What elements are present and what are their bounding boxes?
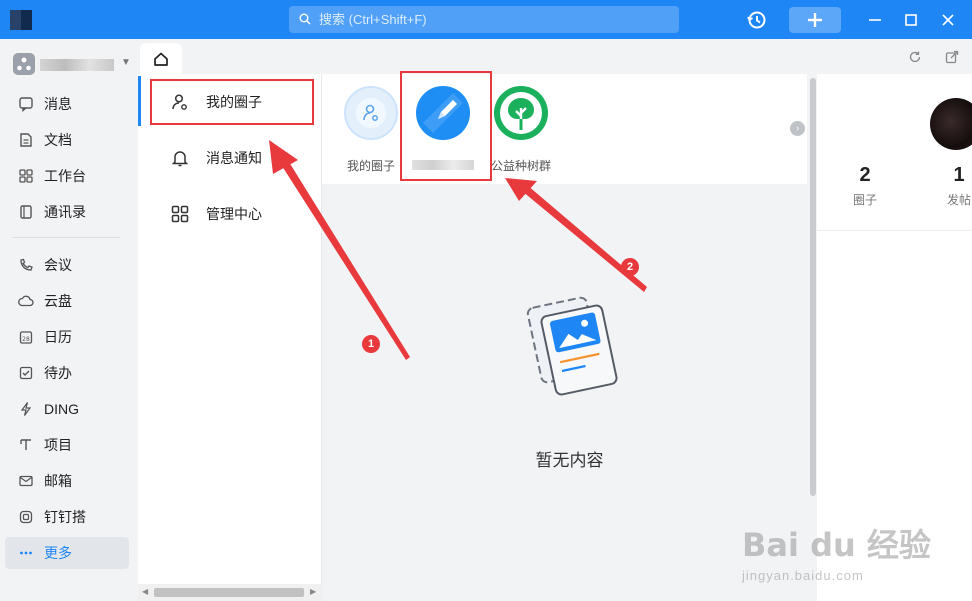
bell-icon <box>170 148 190 168</box>
grid-icon <box>170 204 190 224</box>
create-button[interactable] <box>789 7 841 33</box>
scroll-left-icon[interactable]: ◀ <box>142 587 148 596</box>
annotation-marker-2: 2 <box>621 258 639 276</box>
sidebar-item-label: 文档 <box>44 132 72 148</box>
sidebar-item-ding[interactable]: DING <box>5 393 129 425</box>
subnav-item-label: 消息通知 <box>206 150 262 166</box>
sidebar-item-meeting[interactable]: 会议 <box>5 249 129 281</box>
home-icon <box>154 52 168 66</box>
avatar[interactable] <box>930 98 972 150</box>
sidebar-item-mail[interactable]: 邮箱 <box>5 465 129 497</box>
stat-value: 1 <box>953 164 965 186</box>
tab-bar <box>138 39 972 74</box>
horizontal-scrollbar[interactable]: ◀ ▶ <box>138 584 322 601</box>
app-logo <box>10 10 32 30</box>
highlight-box-circle-item <box>400 71 492 181</box>
subnav-item-admin-center[interactable]: 管理中心 <box>152 194 322 234</box>
tab-home[interactable] <box>140 43 182 74</box>
sidebar-item-project[interactable]: 项目 <box>5 429 129 461</box>
sidebar-item-calendar[interactable]: 28 日历 <box>5 321 129 353</box>
chevron-right-icon[interactable]: › <box>790 121 805 136</box>
watermark-brand: Bai du 经验 <box>742 526 931 564</box>
sidebar-item-more[interactable]: 更多 <box>5 537 129 569</box>
sidebar-item-label: 日历 <box>44 329 72 345</box>
sidebar-item-workbench[interactable]: 工作台 <box>5 160 129 192</box>
minimize-icon[interactable] <box>863 8 887 32</box>
title-bar: 搜索 (Ctrl+Shift+F) <box>0 0 972 39</box>
sidebar-item-label: 通讯录 <box>44 204 86 220</box>
sidebar-item-todo[interactable]: 待办 <box>5 357 129 389</box>
plus-icon <box>808 13 822 27</box>
search-icon <box>299 13 311 25</box>
organization-icon <box>13 53 35 75</box>
stat-label: 发帖 <box>946 193 971 207</box>
maximize-icon[interactable] <box>899 8 923 32</box>
sidebar-item-label: DING <box>44 401 79 417</box>
sidebar-item-label: 更多 <box>44 545 72 561</box>
subnav-item-notifications[interactable]: 消息通知 <box>152 138 322 178</box>
sidebar-item-label: 云盘 <box>44 293 72 309</box>
organization-name-blurred <box>40 59 114 71</box>
calendar-icon: 28 <box>17 328 35 346</box>
sidebar-item-messages[interactable]: 消息 <box>5 88 129 120</box>
document-icon <box>17 131 35 149</box>
sidebar-item-label: 工作台 <box>44 168 86 184</box>
stat-value: 2 <box>859 164 871 186</box>
sidebar-item-cloud-drive[interactable]: 云盘 <box>5 285 129 317</box>
message-icon <box>17 95 35 113</box>
highlight-box-my-circles <box>150 79 314 125</box>
divider <box>817 230 972 231</box>
stat-circles[interactable]: 2 圈子 <box>847 164 883 208</box>
more-icon <box>17 544 35 562</box>
circle-item-my-circles[interactable]: 我的圈子 <box>336 86 406 176</box>
watermark: Bai du 经验 jingyan.baidu.com <box>742 520 932 584</box>
ding-icon <box>17 400 35 418</box>
sidebar-item-contacts[interactable]: 通讯录 <box>5 196 129 228</box>
search-input[interactable]: 搜索 (Ctrl+Shift+F) <box>289 6 679 33</box>
stat-posts[interactable]: 1 发帖 <box>941 164 972 208</box>
my-circle-avatar-icon <box>344 86 398 140</box>
scrollbar-thumb[interactable] <box>154 588 304 597</box>
sidebar-divider <box>12 237 120 238</box>
sidebar-item-label: 邮箱 <box>44 473 72 489</box>
refresh-icon[interactable] <box>908 50 922 64</box>
sidebar-item-label: 待办 <box>44 365 72 381</box>
workbench-icon <box>17 167 35 185</box>
tree-avatar-icon <box>494 86 548 140</box>
sidebar-item-dingda[interactable]: 钉钉搭 <box>5 501 129 533</box>
search-placeholder: 搜索 (Ctrl+Shift+F) <box>319 12 427 27</box>
active-indicator <box>138 76 141 126</box>
sidebar-item-label: 消息 <box>44 96 72 112</box>
todo-icon <box>17 364 35 382</box>
close-icon[interactable] <box>936 8 960 32</box>
mail-icon <box>17 472 35 490</box>
main-sidebar: ▼ 消息 文档 工作台 通讯录 会议 云盘 28 日历 待办 DING 项目 邮… <box>0 39 138 601</box>
sidebar-item-label: 项目 <box>44 437 72 453</box>
empty-state-text: 暂无内容 <box>535 451 604 470</box>
watermark-url: jingyan.baidu.com <box>742 568 864 583</box>
cloud-drive-icon <box>17 292 35 310</box>
scroll-right-icon[interactable]: ▶ <box>310 587 316 596</box>
share-icon[interactable] <box>945 50 959 64</box>
annotation-marker-1: 1 <box>362 335 380 353</box>
dingda-icon <box>17 508 35 526</box>
sidebar-item-label: 钉钉搭 <box>44 509 86 525</box>
project-icon <box>17 436 35 454</box>
stat-label: 圈子 <box>852 193 877 207</box>
chevron-down-icon: ▼ <box>121 57 131 68</box>
scrollbar-thumb[interactable] <box>810 78 816 496</box>
contacts-icon <box>17 203 35 221</box>
empty-state-illustration-icon <box>526 296 618 396</box>
circle-list: 我的圈子 公益种树群 › <box>322 74 807 184</box>
sidebar-item-label: 会议 <box>44 257 72 273</box>
circle-item-tree[interactable]: 公益种树群 <box>486 86 556 176</box>
sidebar-item-documents[interactable]: 文档 <box>5 124 129 156</box>
meeting-icon <box>17 256 35 274</box>
subnav-item-label: 管理中心 <box>206 206 262 222</box>
svg-text:28: 28 <box>22 336 30 343</box>
circle-subnav: 我的圈子 消息通知 管理中心 ◀ ▶ <box>138 74 322 601</box>
history-icon[interactable] <box>745 8 769 32</box>
